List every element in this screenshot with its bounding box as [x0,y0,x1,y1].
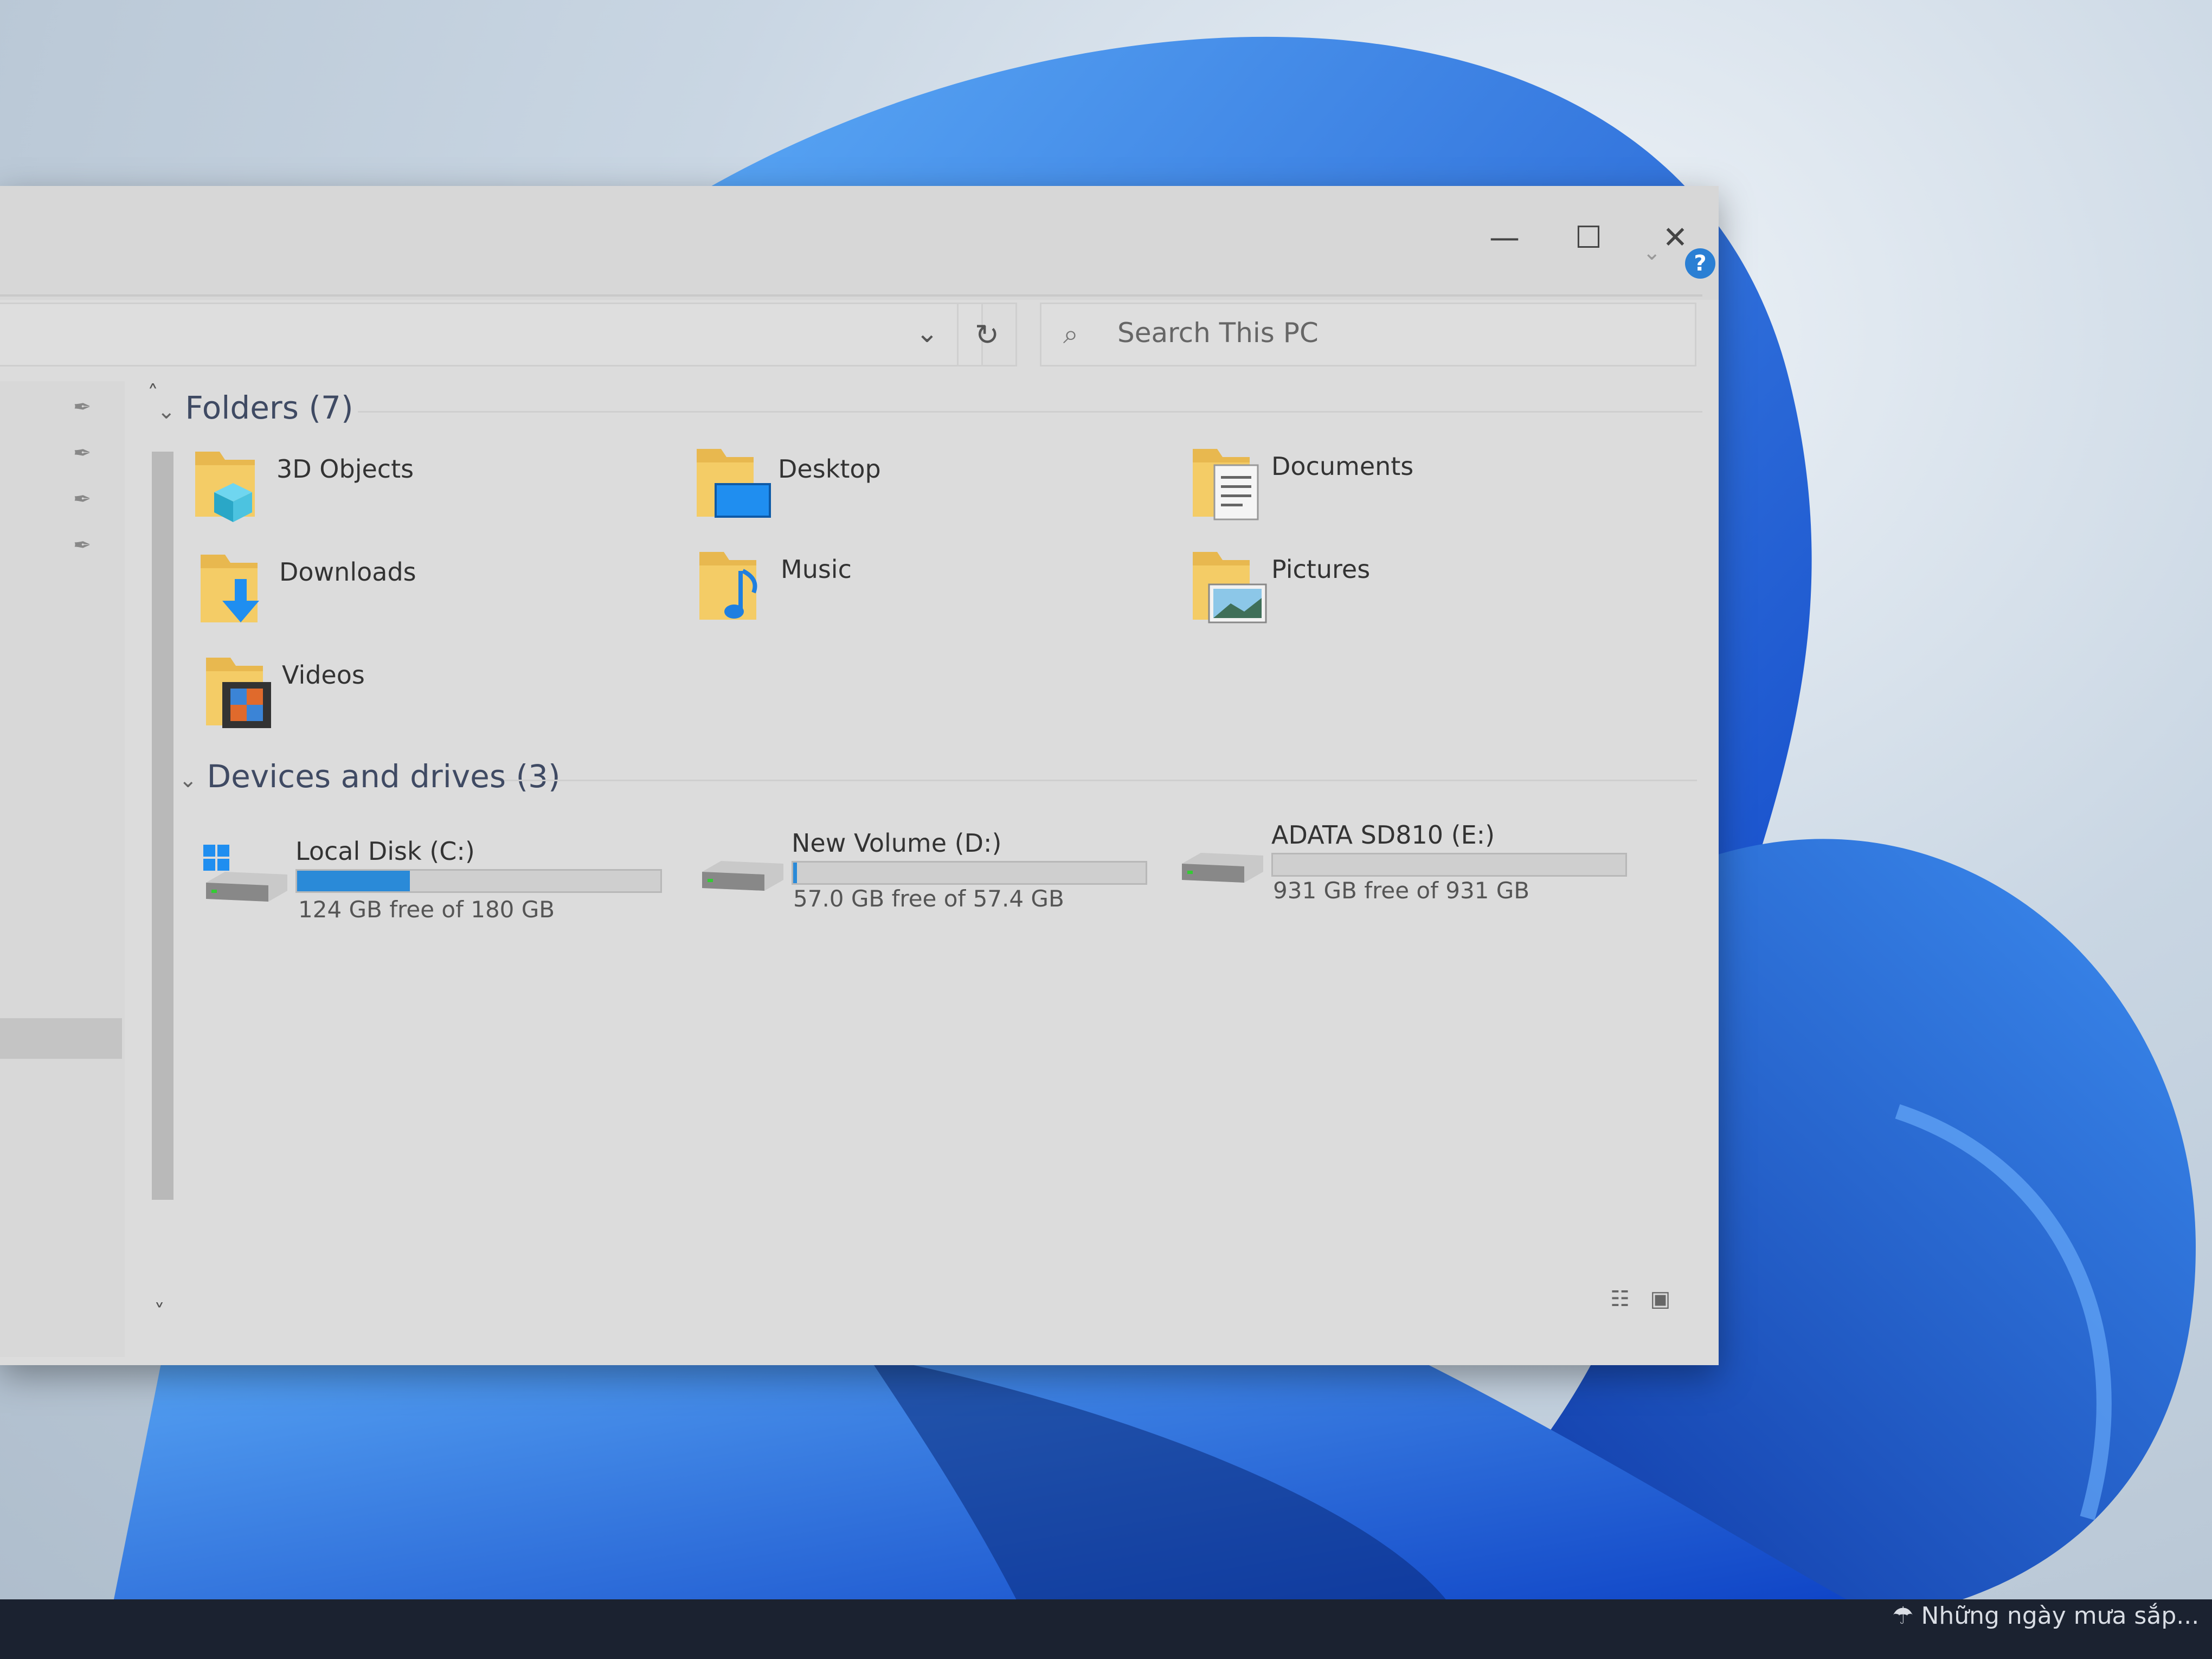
help-icon[interactable]: ? [1685,248,1715,279]
search-input[interactable]: Search This PC [1117,317,1319,349]
drive-icon [702,861,783,891]
folder-3d-objects[interactable]: 3D Objects [190,441,414,524]
scroll-up-arrow-icon[interactable]: ˄ [147,381,158,406]
folder-label: Music [781,555,852,584]
folder-pictures[interactable]: Pictures [1187,544,1370,627]
documents-folder-icon [1193,449,1259,520]
weather-text: Những ngày mưa sắp... [1921,1602,2200,1630]
collapse-chevron-icon: ⌄ [179,768,197,793]
folder-music[interactable]: Music [694,544,852,627]
drive-usage-fill [793,863,797,883]
group-divider [358,411,1702,413]
folder-videos[interactable]: Videos [201,650,365,733]
drives-group-title: Devices and drives (3) [207,758,561,795]
search-box[interactable]: ⌕ Search This PC [1040,303,1696,366]
downloads-folder-icon [201,555,259,622]
drive-e[interactable]: ADATA SD810 (E:) 931 GB free of 931 GB [1176,818,1627,904]
minimize-button[interactable]: — [1472,208,1537,267]
desktop-folder-icon [697,449,771,518]
drive-usage-bar [792,861,1147,885]
folder-label: Downloads [279,557,416,587]
pin-icon: ✒ [73,441,92,466]
view-toggle-group: ☷ ▣ [1610,1287,1670,1311]
folder-label: 3D Objects [276,454,414,484]
title-bar[interactable] [0,186,1719,300]
drive-label: Local Disk (C:) [295,837,475,866]
folder-label: Pictures [1271,555,1371,584]
music-folder-icon [699,552,757,620]
taskbar [0,1599,2212,1659]
pin-icon: ✒ [73,395,92,420]
folder-label: Documents [1271,452,1414,481]
large-icons-view-icon[interactable]: ▣ [1650,1287,1671,1311]
maximize-button[interactable]: ☐ [1556,208,1621,267]
weather-rain-icon: ☂ [1892,1602,1921,1630]
address-bar[interactable] [0,303,983,366]
folder-documents[interactable]: Documents [1187,441,1413,524]
collapse-chevron-icon: ⌄ [157,399,176,424]
drive-free-text: 931 GB free of 931 GB [1273,877,1530,904]
drive-free-text: 124 GB free of 180 GB [298,896,555,923]
drive-c[interactable]: Local Disk (C:) 124 GB free of 180 GB [201,837,662,923]
ribbon-divider [0,294,1702,297]
navigation-pane: ✒ ✒ ✒ ✒ [0,381,125,1357]
group-divider [504,780,1697,781]
folder-downloads[interactable]: Downloads [195,546,416,630]
videos-folder-icon [206,658,271,728]
content-pane: ⌄ Folders (7) 3D Objects Desktop Documen… [157,381,1702,1352]
address-dropdown-chevron-icon[interactable]: ⌄ [900,303,954,363]
pictures-folder-icon [1193,552,1267,623]
drive-free-text: 57.0 GB free of 57.4 GB [793,885,1064,912]
folder-label: Videos [282,660,365,690]
drive-usage-bar [295,869,662,893]
drives-group-header[interactable]: ⌄ Devices and drives (3) [179,758,561,795]
pin-icon: ✒ [73,533,92,558]
search-icon: ⌕ [1063,318,1078,350]
drive-label: New Volume (D:) [792,828,1002,858]
folder-desktop[interactable]: Desktop [691,441,881,524]
folders-group-header[interactable]: ⌄ Folders (7) [157,389,353,426]
drive-icon [1182,853,1263,883]
drive-label: ADATA SD810 (E:) [1271,820,1495,850]
drive-usage-fill [297,871,410,891]
ribbon-expand-chevron-icon[interactable]: ⌄ [1643,240,1661,265]
weather-widget[interactable]: ☂ Những ngày mưa sắp... [1892,1602,2199,1630]
3d-objects-folder-icon [195,452,255,522]
folder-label: Desktop [778,454,881,484]
drive-usage-bar [1271,853,1627,877]
drive-d[interactable]: New Volume (D:) 57.0 GB free of 57.4 GB [697,826,1147,912]
windows-drive-icon [203,845,287,902]
folders-group-title: Folders (7) [185,389,353,426]
pin-icon: ✒ [73,487,92,512]
details-view-icon[interactable]: ☷ [1610,1287,1630,1311]
refresh-button[interactable]: ↻ [957,303,1017,366]
file-explorer-window: — ☐ ✕ ⌄ ? ⌄ ↻ ⌕ Search This PC ✒ ✒ ✒ ✒ ˄… [0,186,1719,1365]
nav-selected-item[interactable] [0,1018,122,1059]
